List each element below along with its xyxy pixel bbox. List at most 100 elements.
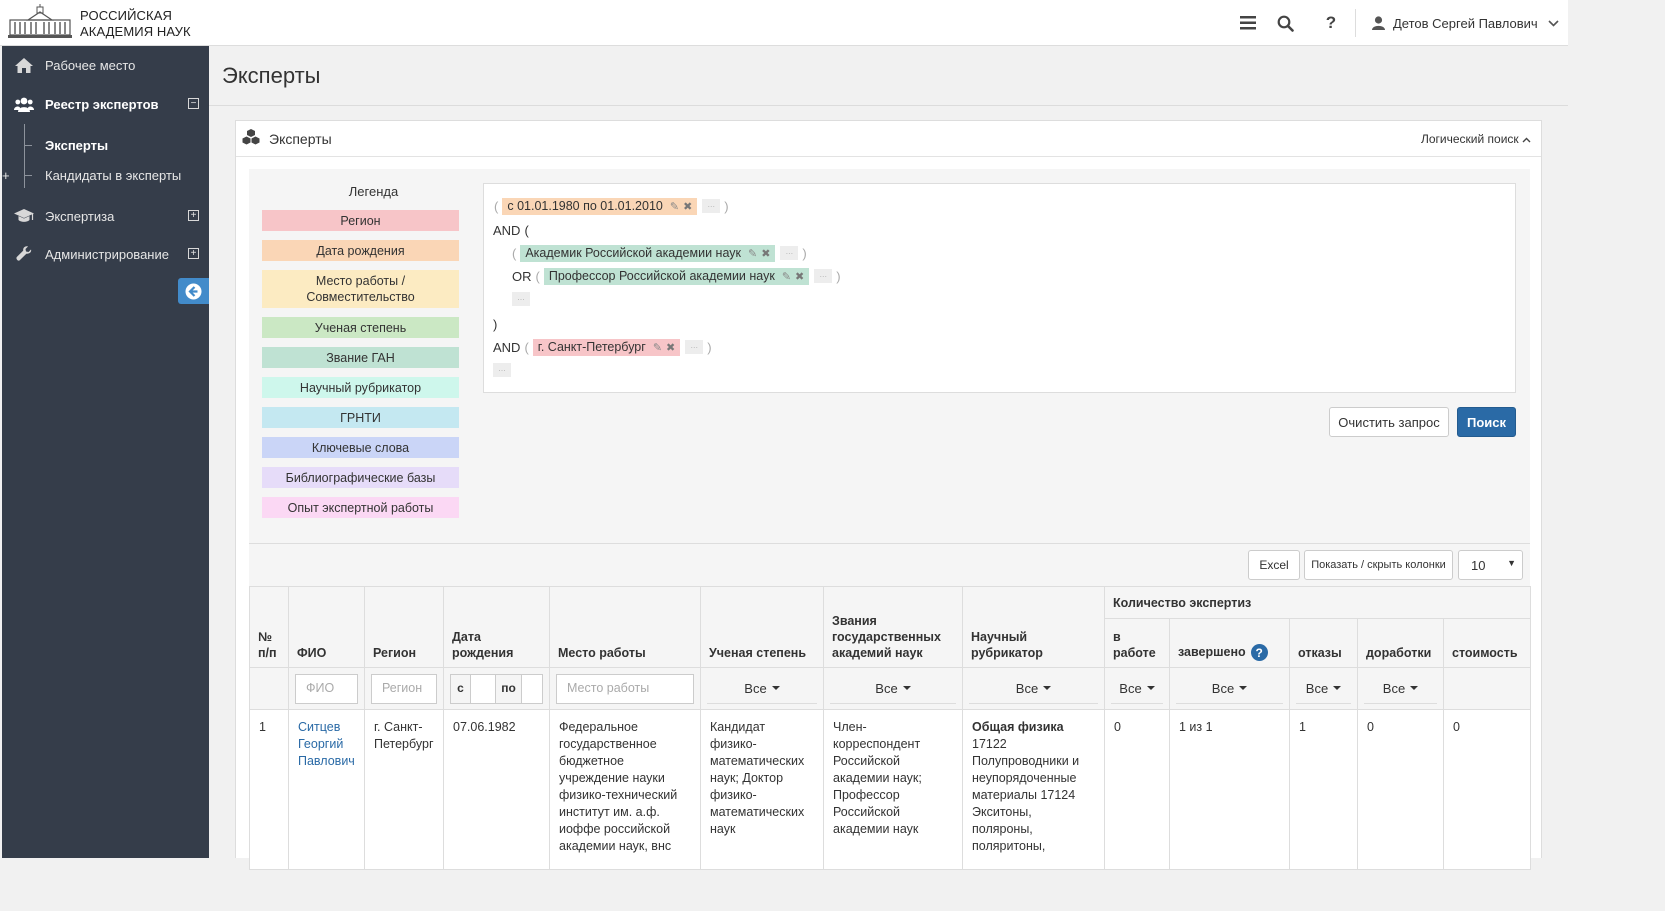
operator-and[interactable]: AND (493, 223, 520, 238)
column-header-titles[interactable]: Звания государственных академий наук (823, 586, 963, 668)
filter-titles-dropdown[interactable]: Все (830, 674, 956, 704)
cell-degree: Кандидат физико-математических наук; Док… (700, 709, 824, 870)
column-header-work[interactable]: Место работы (549, 586, 701, 668)
expand-toggle-icon[interactable]: + (188, 210, 199, 221)
logo[interactable]: РОССИЙСКАЯ АКАДЕМИЯ НАУК (6, 3, 206, 43)
add-condition-button[interactable]: ... (702, 199, 721, 213)
legend-item-gan-title[interactable]: Звание ГАН (262, 347, 459, 368)
filter-cell: Все (1104, 667, 1170, 710)
column-header-in-work[interactable]: в работе (1104, 618, 1170, 668)
column-header-degree[interactable]: Ученая степень (700, 586, 824, 668)
column-header-region[interactable]: Регион (364, 586, 444, 668)
filter-in-work-dropdown[interactable]: Все (1111, 674, 1163, 704)
column-header-cost[interactable]: стоимость (1442, 618, 1532, 668)
chip-label: Академик Российской академии наук (525, 246, 741, 260)
dropdown-label: Все (1382, 680, 1406, 696)
legend-item-bibliographic[interactable]: Библиографические базы (262, 467, 459, 488)
query-chip-academician[interactable]: Академик Российской академии наук ✎ ✖ (520, 244, 776, 262)
pencil-icon[interactable]: ✎ (782, 270, 791, 283)
column-header-refusals[interactable]: отказы (1289, 618, 1358, 668)
sidebar-item-expertise[interactable]: Экспертиза + (2, 198, 209, 234)
chip-label: с 01.01.1980 по 01.01.2010 (507, 199, 663, 213)
column-header-rubric[interactable]: Научный рубрикатор (962, 586, 1105, 668)
remove-icon[interactable]: ✖ (761, 247, 770, 260)
sidebar-subitem-experts[interactable]: Эксперты (2, 130, 209, 160)
add-condition-button[interactable]: ... (512, 292, 530, 306)
help-icon[interactable]: ? (1320, 12, 1342, 34)
filter-degree-dropdown[interactable]: Все (707, 674, 817, 704)
add-condition-button[interactable]: ... (493, 363, 511, 377)
open-paren: ( (524, 339, 529, 355)
operator-and[interactable]: AND (493, 340, 520, 355)
caret-down-icon (1043, 686, 1052, 690)
expand-toggle-icon[interactable]: + (188, 248, 199, 259)
filter-birth-to-input[interactable] (522, 675, 542, 703)
sidebar-item-workplace[interactable]: Рабочее место (2, 47, 209, 83)
excel-button[interactable]: Excel (1248, 550, 1300, 580)
operator-or[interactable]: OR (512, 269, 532, 284)
legend-item-birthdate[interactable]: Дата рождения (262, 240, 459, 261)
add-condition-button[interactable]: ... (814, 269, 833, 283)
remove-icon[interactable]: ✖ (683, 200, 692, 213)
filter-rubric-dropdown[interactable]: Все (969, 674, 1098, 704)
query-chip-birthdate[interactable]: с 01.01.1980 по 01.01.2010 ✎ ✖ (502, 197, 698, 215)
legend-item-experience[interactable]: Опыт экспертной работы (262, 497, 459, 518)
column-header-done[interactable]: завершено? (1169, 618, 1290, 668)
filter-fio-input[interactable]: ФИО (295, 673, 358, 704)
column-header-fio[interactable]: ФИО (288, 586, 365, 668)
add-condition-button[interactable]: ... (780, 246, 799, 260)
dropdown-label: Все (875, 680, 898, 696)
page-size-select[interactable]: 10 ▼ (1458, 550, 1523, 580)
legend-item-grnti[interactable]: ГРНТИ (262, 407, 459, 428)
column-header-revisions[interactable]: доработки (1357, 618, 1444, 668)
cell-in-work: 0 (1104, 709, 1170, 870)
menu-icon[interactable] (1237, 12, 1259, 34)
sidebar-item-experts-registry[interactable]: Реестр экспертов − (2, 86, 209, 122)
search-icon[interactable] (1274, 12, 1296, 34)
column-header-birth[interactable]: Дата рождения (443, 586, 550, 668)
filter-region-input[interactable]: Регион (371, 673, 437, 704)
panel-title: Эксперты (269, 131, 332, 147)
cell-rubric: Общая физика 17122 Полупроводники и неуп… (962, 709, 1105, 870)
filter-revisions-dropdown[interactable]: Все (1364, 674, 1437, 704)
filter-birth-from-input[interactable] (471, 674, 496, 703)
legend-item-degree[interactable]: Ученая степень (262, 317, 459, 338)
pencil-icon[interactable]: ✎ (748, 247, 757, 260)
legend-item-rubricator[interactable]: Научный рубрикатор (262, 377, 459, 398)
query-chip-region[interactable]: г. Санкт-Петербург ✎ ✖ (532, 338, 681, 356)
filter-work-input[interactable]: Место работы (556, 673, 694, 704)
query-chip-professor[interactable]: Профессор Российской академии наук ✎ ✖ (543, 267, 810, 285)
toggle-columns-button[interactable]: Показать / скрыть колонки (1304, 550, 1453, 580)
add-condition-button[interactable]: ... (685, 340, 704, 354)
sidebar-item-administration[interactable]: Администрирование + (2, 236, 209, 272)
filter-cell: с по (443, 667, 550, 710)
query-row: ( с 01.01.1980 по 01.01.2010 ✎ ✖ ... ) (490, 197, 733, 215)
remove-icon[interactable]: ✖ (795, 270, 804, 283)
collapse-sidebar-button[interactable] (178, 278, 209, 304)
pencil-icon[interactable]: ✎ (670, 200, 679, 213)
search-button[interactable]: Поиск (1457, 407, 1516, 437)
logic-search-toggle[interactable]: Логический поиск (1421, 132, 1531, 146)
legend-item-region[interactable]: Регион (262, 210, 459, 231)
caret-down-icon (771, 686, 780, 690)
sidebar-subitem-candidates[interactable]: Кандидаты в эксперты + (2, 160, 209, 190)
search-area: Легенда Регион Дата рождения Место работ… (249, 169, 1530, 543)
remove-icon[interactable]: ✖ (666, 341, 675, 354)
legend-item-keywords[interactable]: Ключевые слова (262, 437, 459, 458)
collapse-toggle-icon[interactable]: − (188, 98, 199, 109)
expert-name-link[interactable]: Ситцев Георгий Павлович (298, 720, 355, 768)
filter-refusals-dropdown[interactable]: Все (1296, 674, 1351, 704)
graduation-cap-icon (14, 206, 34, 226)
user-menu[interactable]: Детов Сергей Павлович (1372, 13, 1559, 33)
help-icon[interactable]: ? (1250, 644, 1268, 661)
expand-toggle-icon[interactable]: + (2, 168, 10, 183)
filter-cell (249, 667, 289, 710)
filter-done-dropdown[interactable]: Все (1176, 674, 1283, 704)
filter-birth-range: с по (450, 673, 543, 704)
cell-titles: Член-корреспондент Российской академии н… (823, 709, 963, 870)
sidebar-item-label: Реестр экспертов (45, 96, 159, 112)
clear-query-button[interactable]: Очистить запрос (1329, 407, 1449, 437)
pencil-icon[interactable]: ✎ (653, 341, 662, 354)
legend-item-workplace[interactable]: Место работы / Совместительство (262, 270, 459, 308)
column-header-num[interactable]: № п/п (249, 586, 289, 668)
